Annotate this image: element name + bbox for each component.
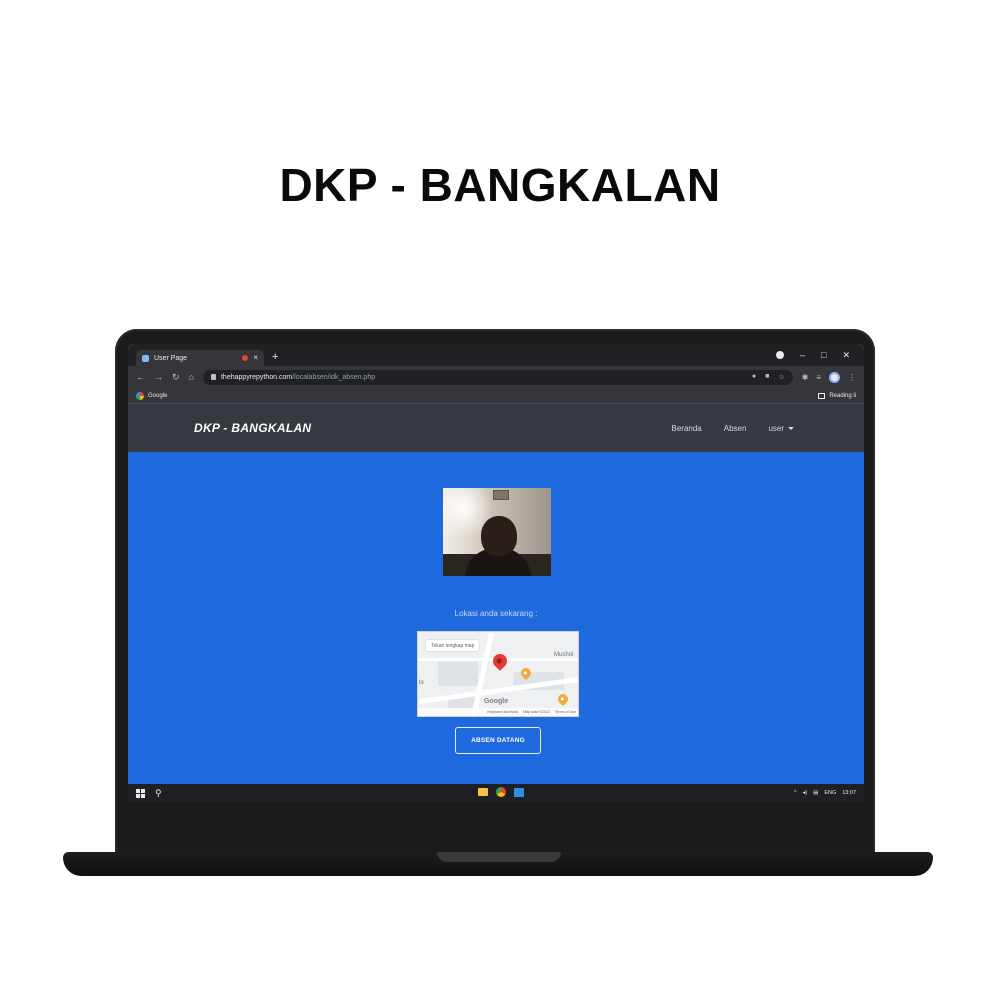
site-navbar: DKP - BANGKALAN Beranda Absen user	[128, 404, 864, 452]
url-host: thehappyrepython.com	[220, 373, 293, 381]
nav-user-dropdown[interactable]: user	[768, 424, 794, 433]
lock-icon[interactable]	[210, 374, 216, 380]
clock[interactable]: 13:07	[842, 790, 856, 796]
nav-beranda[interactable]: Beranda	[672, 424, 702, 433]
reload-icon[interactable]: ↻	[172, 372, 180, 382]
caret-down-icon	[788, 426, 794, 430]
windows-taskbar: ⚲ ^ ◂) ▤ ENG 13:07	[128, 784, 864, 802]
webcam-person-head	[481, 516, 517, 556]
tab-favicon-icon	[142, 354, 149, 362]
forward-icon[interactable]: →	[154, 372, 163, 382]
location-icon[interactable]: ●	[752, 373, 756, 381]
laptop-notch	[437, 852, 561, 862]
map-footer: Keyboard shortcuts Map data ©2022 Terms …	[418, 708, 578, 716]
star-icon[interactable]: ☆	[778, 373, 784, 381]
profile-avatar-icon[interactable]	[829, 371, 840, 383]
browser-toolbar: ← → ↻ ⌂ thehappyrepython.com/localabsen/…	[128, 366, 864, 388]
reading-list-button[interactable]: Reading li	[818, 392, 856, 399]
bookmark-google[interactable]: Google	[148, 393, 167, 399]
site-nav-links: Beranda Absen user	[672, 424, 794, 433]
close-window-icon[interactable]: ✕	[842, 350, 850, 361]
webcam-preview	[443, 488, 551, 576]
vscode-icon[interactable]	[514, 788, 524, 797]
map-block	[438, 662, 478, 686]
url-path: /localabsen/idk_absen.php	[292, 373, 376, 381]
place-pin-icon[interactable]	[555, 691, 571, 707]
google-logo: Google	[484, 698, 509, 705]
network-icon[interactable]: ▤	[813, 790, 818, 796]
reading-list-label: Reading li	[829, 392, 856, 399]
windows-start-icon[interactable]	[136, 788, 145, 798]
map-footer-terms[interactable]: Terms of Use	[555, 710, 576, 714]
map-larger-button[interactable]: Tekan lengkap map	[426, 640, 480, 651]
lang-indicator[interactable]: ENG	[824, 790, 836, 796]
maximize-icon[interactable]: □	[821, 350, 826, 360]
page-heading: DKP - BANGKALAN	[279, 159, 721, 211]
location-map[interactable]: Tekan lengkap map Mushol lo Google Keybo…	[417, 631, 579, 717]
system-tray: ^ ◂) ▤ ENG 13:07	[794, 790, 856, 796]
map-footer-data: Map data ©2022	[523, 710, 550, 714]
window-controls: – □ ✕	[776, 350, 864, 361]
map-place-label: Mushol	[554, 652, 574, 658]
absen-datang-button[interactable]: ABSEN DATANG	[455, 727, 541, 754]
nav-user-label: user	[768, 423, 784, 433]
taskbar-apps	[478, 787, 524, 797]
camera-icon[interactable]: ■	[765, 373, 769, 381]
location-label: Lokasi anda sekarang :	[454, 609, 538, 618]
new-tab-button[interactable]: +	[272, 351, 278, 363]
browser-tabbar: User Page × + – □ ✕	[128, 344, 864, 366]
address-bar[interactable]: thehappyrepython.com/localabsen/idk_abse…	[202, 369, 793, 385]
tab-close-icon[interactable]: ×	[253, 354, 258, 362]
chrome-profile-icon[interactable]	[776, 351, 784, 359]
browser-tab[interactable]: User Page ×	[136, 350, 264, 366]
laptop-screen: User Page × + – □ ✕ ← → ↻ ⌂ thehappyrepy…	[128, 344, 864, 802]
tab-title: User Page	[154, 354, 188, 362]
map-footer-shortcuts[interactable]: Keyboard shortcuts	[487, 710, 518, 714]
omnibox-icons: ● ■ ☆	[752, 373, 785, 381]
reading-list-icon	[818, 392, 826, 399]
recording-icon	[242, 355, 249, 361]
chrome-icon[interactable]	[496, 787, 506, 797]
location-pin-icon[interactable]	[490, 651, 510, 671]
file-explorer-icon[interactable]	[478, 788, 488, 796]
search-icon[interactable]: ⚲	[155, 788, 162, 799]
site-brand[interactable]: DKP - BANGKALAN	[194, 421, 311, 435]
media-icon[interactable]: ≡	[816, 373, 821, 382]
extension-icon[interactable]: ✱	[802, 373, 809, 382]
webcam-picture-frame	[493, 490, 509, 500]
minimize-icon[interactable]: –	[800, 350, 805, 360]
speaker-icon[interactable]: ◂)	[803, 790, 808, 796]
menu-icon[interactable]: ⋮	[848, 373, 856, 382]
home-icon[interactable]: ⌂	[189, 372, 194, 382]
bookmark-bar: Google Reading li	[128, 388, 864, 404]
web-page: DKP - BANGKALAN Beranda Absen user Lokas…	[128, 404, 864, 784]
laptop-bezel-bottom	[125, 802, 867, 852]
back-icon[interactable]: ←	[136, 372, 145, 382]
tray-chevron-icon[interactable]: ^	[794, 790, 797, 796]
extensions-area: ✱ ≡ ⋮	[802, 371, 856, 383]
nav-absen[interactable]: Absen	[724, 424, 747, 433]
google-icon	[136, 391, 144, 400]
map-edge-label: lo	[419, 680, 424, 686]
